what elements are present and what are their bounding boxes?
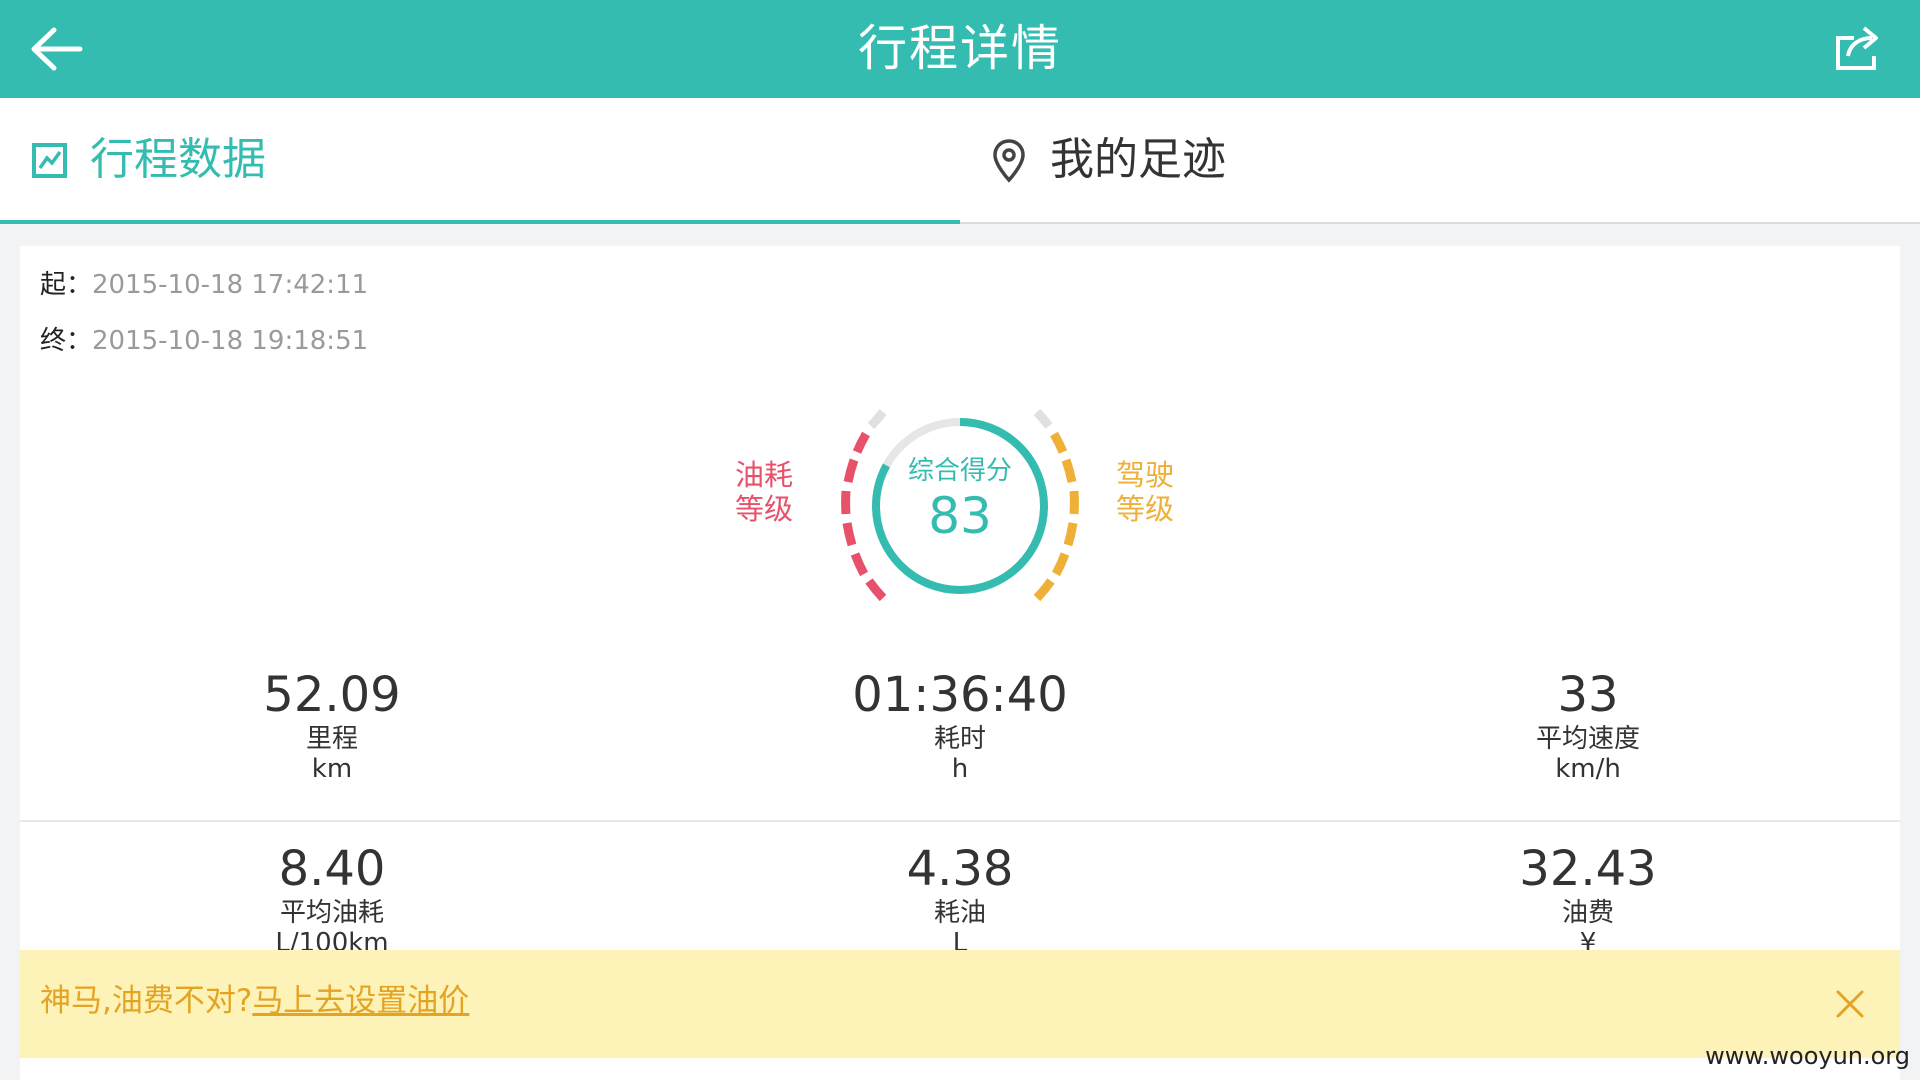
tab-trip-data[interactable]: 行程数据 (0, 98, 960, 224)
close-icon (1836, 990, 1864, 1018)
tab-my-footprint[interactable]: 我的足迹 (960, 98, 1920, 222)
stat-unit: km (311, 754, 353, 784)
end-time-row: 终：2015-10-18 19:18:51 (40, 324, 368, 358)
tab-my-footprint-label: 我的足迹 (1050, 134, 1226, 185)
stat-fuel-cost: 32.43 油费 ¥ (1438, 840, 1738, 958)
share-icon (1836, 26, 1878, 70)
stat-value: 4.38 (906, 841, 1014, 897)
fuel-level-label-line1: 油耗 (735, 458, 794, 492)
stat-name: 耗油 (933, 898, 986, 928)
fuel-level-label-line2: 等级 (735, 492, 794, 526)
banner-message: 神马,油费不对?马上去设置油价 (40, 980, 469, 1022)
stat-value: 33 (1557, 667, 1619, 723)
share-button[interactable] (1832, 24, 1884, 74)
stat-name: 平均速度 (1535, 724, 1640, 754)
stat-name: 耗时 (933, 724, 986, 754)
start-time-row: 起：2015-10-18 17:42:11 (40, 268, 368, 302)
active-tab-indicator (0, 220, 960, 224)
start-label: 起： (40, 270, 93, 300)
set-fuel-price-link[interactable]: 马上去设置油价 (252, 983, 469, 1019)
score-gauge: 综合得分 83 油耗 等级 驾驶 等级 (720, 386, 1200, 656)
drive-level-label: 驾驶 等级 (1116, 458, 1174, 526)
fuel-price-banner: 神马,油费不对?马上去设置油价 (20, 950, 1900, 1058)
tab-trip-data-label: 行程数据 (90, 134, 266, 185)
banner-text: 神马,油费不对? (40, 983, 253, 1019)
stat-avg-speed: 33 平均速度 km/h (1438, 666, 1738, 784)
page-title: 行程详情 (857, 20, 1062, 77)
stat-distance: 52.09 里程 km (182, 666, 482, 784)
score-value: 83 (928, 487, 992, 545)
stat-unit: h (951, 754, 969, 784)
stats-divider (20, 820, 1900, 822)
drive-level-label-line1: 驾驶 (1116, 458, 1175, 492)
stat-value: 52.09 (263, 667, 401, 723)
banner-close-button[interactable] (1834, 988, 1866, 1020)
end-time: 2015-10-18 19:18:51 (92, 326, 369, 356)
stat-unit: km/h (1555, 754, 1621, 784)
score-label: 综合得分 (907, 456, 1012, 486)
stat-value: 32.43 (1519, 841, 1657, 897)
tab-bar: 行程数据 我的足迹 (0, 98, 1920, 224)
stat-value: 8.40 (278, 841, 386, 897)
chart-icon (32, 143, 67, 178)
stat-duration: 01:36:40 耗时 h (810, 666, 1110, 784)
watermark: www.wooyun.org (1705, 1042, 1910, 1070)
fuel-level-label: 油耗 等级 (735, 458, 793, 526)
location-pin-icon (993, 139, 1025, 183)
end-label: 终： (40, 326, 93, 356)
stat-name: 里程 (305, 724, 358, 754)
stat-name: 平均油耗 (279, 898, 384, 928)
stat-value: 01:36:40 (852, 667, 1068, 723)
stat-name: 油费 (1561, 898, 1614, 928)
start-time: 2015-10-18 17:42:11 (92, 270, 369, 300)
app-header: 行程详情 (0, 0, 1920, 98)
stat-avg-fuel: 8.40 平均油耗 L/100km (182, 840, 482, 958)
stats-row-1: 52.09 里程 km 01:36:40 耗时 h 33 平均速度 km/h (20, 666, 1900, 806)
stat-fuel-used: 4.38 耗油 L (810, 840, 1110, 958)
drive-level-label-line2: 等级 (1116, 492, 1175, 526)
